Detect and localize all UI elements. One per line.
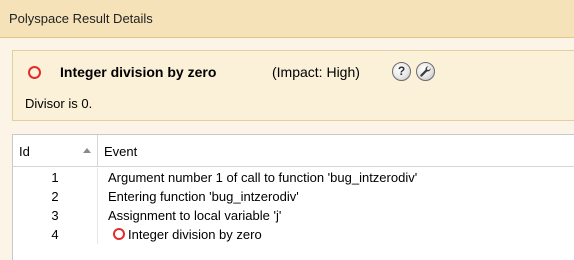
- wrench-icon[interactable]: [416, 62, 435, 81]
- row-id: 2: [13, 187, 98, 206]
- table-row[interactable]: 4 Integer division by zero: [13, 225, 574, 244]
- table-row[interactable]: 3 Assignment to local variable 'j': [13, 206, 574, 225]
- row-event: Assignment to local variable 'j': [108, 208, 282, 223]
- check-name: Integer division by zero: [60, 64, 217, 80]
- row-event-cell: Integer division by zero: [108, 225, 262, 244]
- circle-outline-icon: [28, 66, 41, 79]
- result-summary: Integer division by zero (Impact: High) …: [12, 50, 574, 121]
- circle-outline-icon: [113, 228, 125, 240]
- result-details-panel: Integer division by zero (Impact: High) …: [0, 38, 574, 260]
- row-event: Entering function 'bug_intzerodiv': [108, 189, 299, 204]
- row-id: 4: [13, 225, 98, 244]
- help-icon[interactable]: ?: [392, 62, 411, 81]
- table-row[interactable]: 2 Entering function 'bug_intzerodiv': [13, 187, 574, 206]
- column-header-id-label: Id: [19, 144, 30, 159]
- row-id: 3: [13, 206, 98, 225]
- column-header-event[interactable]: Event: [104, 144, 137, 159]
- row-event: Integer division by zero: [128, 227, 262, 242]
- result-message: Divisor is 0.: [25, 96, 93, 111]
- impact-label: (Impact: High): [272, 64, 360, 80]
- window-title: Polyspace Result Details: [9, 11, 153, 26]
- table-row[interactable]: 1 Argument number 1 of call to function …: [13, 168, 574, 187]
- column-header-id[interactable]: Id: [13, 135, 98, 166]
- row-event: Argument number 1 of call to function 'b…: [108, 170, 418, 185]
- row-id: 1: [13, 168, 98, 187]
- title-bar: Polyspace Result Details: [0, 0, 574, 38]
- event-table: Id Event 1 Argument number 1 of call to …: [12, 134, 574, 260]
- table-header: Id Event: [13, 135, 574, 167]
- sort-ascending-icon: [83, 148, 91, 153]
